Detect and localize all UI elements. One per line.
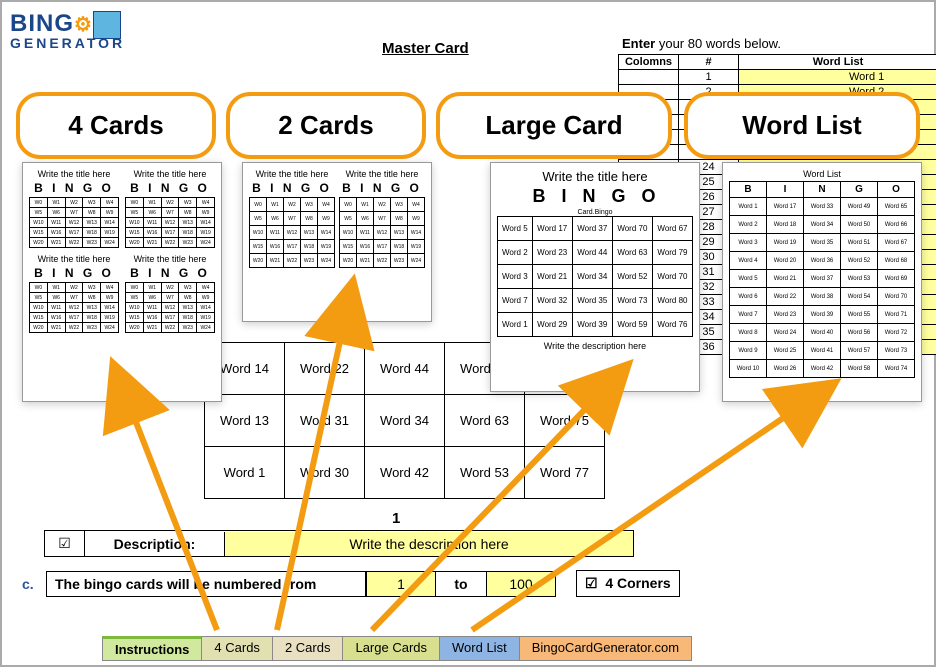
tab-word-list[interactable]: Word List (439, 636, 520, 661)
range-to-label: to (436, 571, 486, 597)
wordlist-col-num: # (679, 55, 739, 70)
tab-2-cards[interactable]: 2 Cards (272, 636, 344, 661)
callout-4-cards: 4 Cards (16, 92, 216, 159)
tab-site[interactable]: BingoCardGenerator.com (519, 636, 692, 661)
sheet-tabs: Instructions 4 Cards 2 Cards Large Cards… (102, 636, 691, 661)
preview-2-cards: Write the title hereB I N G OW0W1W2W3W4W… (242, 162, 432, 322)
master-card-title: Master Card (382, 40, 469, 57)
description-row: ☑ Description: Write the description her… (44, 530, 634, 557)
four-corners-checkbox[interactable]: ☑ 4 Corners (576, 570, 680, 597)
preview-word-list: Word List BINGOWord 1Word 17Word 33Word … (722, 162, 922, 402)
description-checkbox[interactable]: ☑ (45, 531, 85, 556)
description-input[interactable]: Write the description here (225, 532, 633, 556)
tab-large-cards[interactable]: Large Cards (342, 636, 440, 661)
range-from-input[interactable]: 1 (366, 571, 436, 597)
callout-word-list: Word List (684, 92, 920, 159)
preview-large-card: Write the title here BINGO Card.Bingo Wo… (490, 162, 700, 392)
wordlist-row: 1Word 1 (619, 70, 936, 85)
preview-4-cards: Write the title hereB I N G OW0W1W2W3W4W… (22, 162, 222, 402)
wordlist-col-word: Word List (739, 55, 936, 70)
callout-large-card: Large Card (436, 92, 672, 159)
card-number: 1 (392, 510, 400, 527)
description-label: Description: (85, 532, 225, 556)
enter-words-label: Enter your 80 words below. (622, 36, 781, 51)
range-to-input[interactable]: 100 (486, 571, 556, 597)
row-label-c: c. (22, 576, 46, 592)
tab-instructions[interactable]: Instructions (102, 636, 202, 661)
callout-2-cards: 2 Cards (226, 92, 426, 159)
wordlist-col-colomns: Colomns (619, 55, 679, 70)
number-range-row: c. The bingo cards will be numbered from… (22, 570, 936, 597)
tab-4-cards[interactable]: 4 Cards (201, 636, 273, 661)
range-text: The bingo cards will be numbered from (46, 571, 366, 597)
